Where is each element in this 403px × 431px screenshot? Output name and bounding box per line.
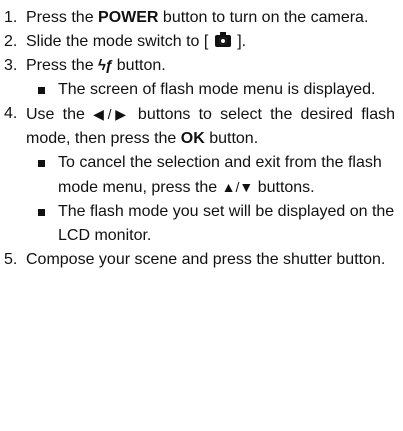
step-4: 4. Use the ◀/▶ buttons to select the des… [0, 102, 395, 248]
step-text: Slide the mode switch to [ ]. [26, 32, 247, 50]
step-3-notes: The screen of flash mode menu is display… [26, 78, 395, 102]
step-number: 1. [4, 9, 18, 26]
note-text: The screen of flash mode menu is display… [58, 81, 376, 98]
step-number: 3. [4, 57, 18, 74]
up-down-arrows-icon: ▲/▼ [221, 179, 254, 195]
step-number: 2. [4, 33, 18, 50]
power-label: POWER [98, 9, 159, 26]
note-text: The flash mode you set will be displayed… [58, 203, 395, 244]
note-item: The flash mode you set will be displayed… [36, 200, 395, 248]
step-text: Press the POWER button to turn on the ca… [26, 9, 369, 26]
step-number: 5. [4, 251, 18, 268]
step-list: 1. Press the POWER button to turn on the… [0, 6, 395, 272]
step-5: 5. Compose your scene and press the shut… [0, 248, 395, 272]
step-text: Press the ϟƒ button. [26, 54, 395, 78]
step-number: 4. [4, 105, 18, 122]
note-item: To cancel the selection and exit from th… [36, 151, 395, 200]
step-4-notes: To cancel the selection and exit from th… [26, 151, 395, 248]
step-1: 1. Press the POWER button to turn on the… [0, 6, 395, 30]
step-2: 2. Slide the mode switch to [ ]. [0, 30, 395, 54]
camera-icon [214, 32, 231, 47]
note-item: The screen of flash mode menu is display… [36, 78, 395, 102]
square-bullet-icon [38, 87, 45, 94]
instruction-page: 1. Press the POWER button to turn on the… [0, 0, 403, 431]
note-text: To cancel the selection and exit from th… [58, 154, 382, 196]
step-text: Compose your scene and press the shutter… [26, 251, 386, 268]
square-bullet-icon [38, 160, 45, 167]
left-right-arrows-icon: ◀/▶ [93, 106, 130, 122]
square-bullet-icon [38, 209, 45, 216]
step-3: 3. Press the ϟƒ button. The screen of fl… [0, 54, 395, 102]
flash-icon: ϟƒ [98, 57, 113, 74]
step-text: Use the ◀/▶ buttons to select the desire… [26, 106, 395, 147]
ok-label: OK [180, 130, 205, 147]
